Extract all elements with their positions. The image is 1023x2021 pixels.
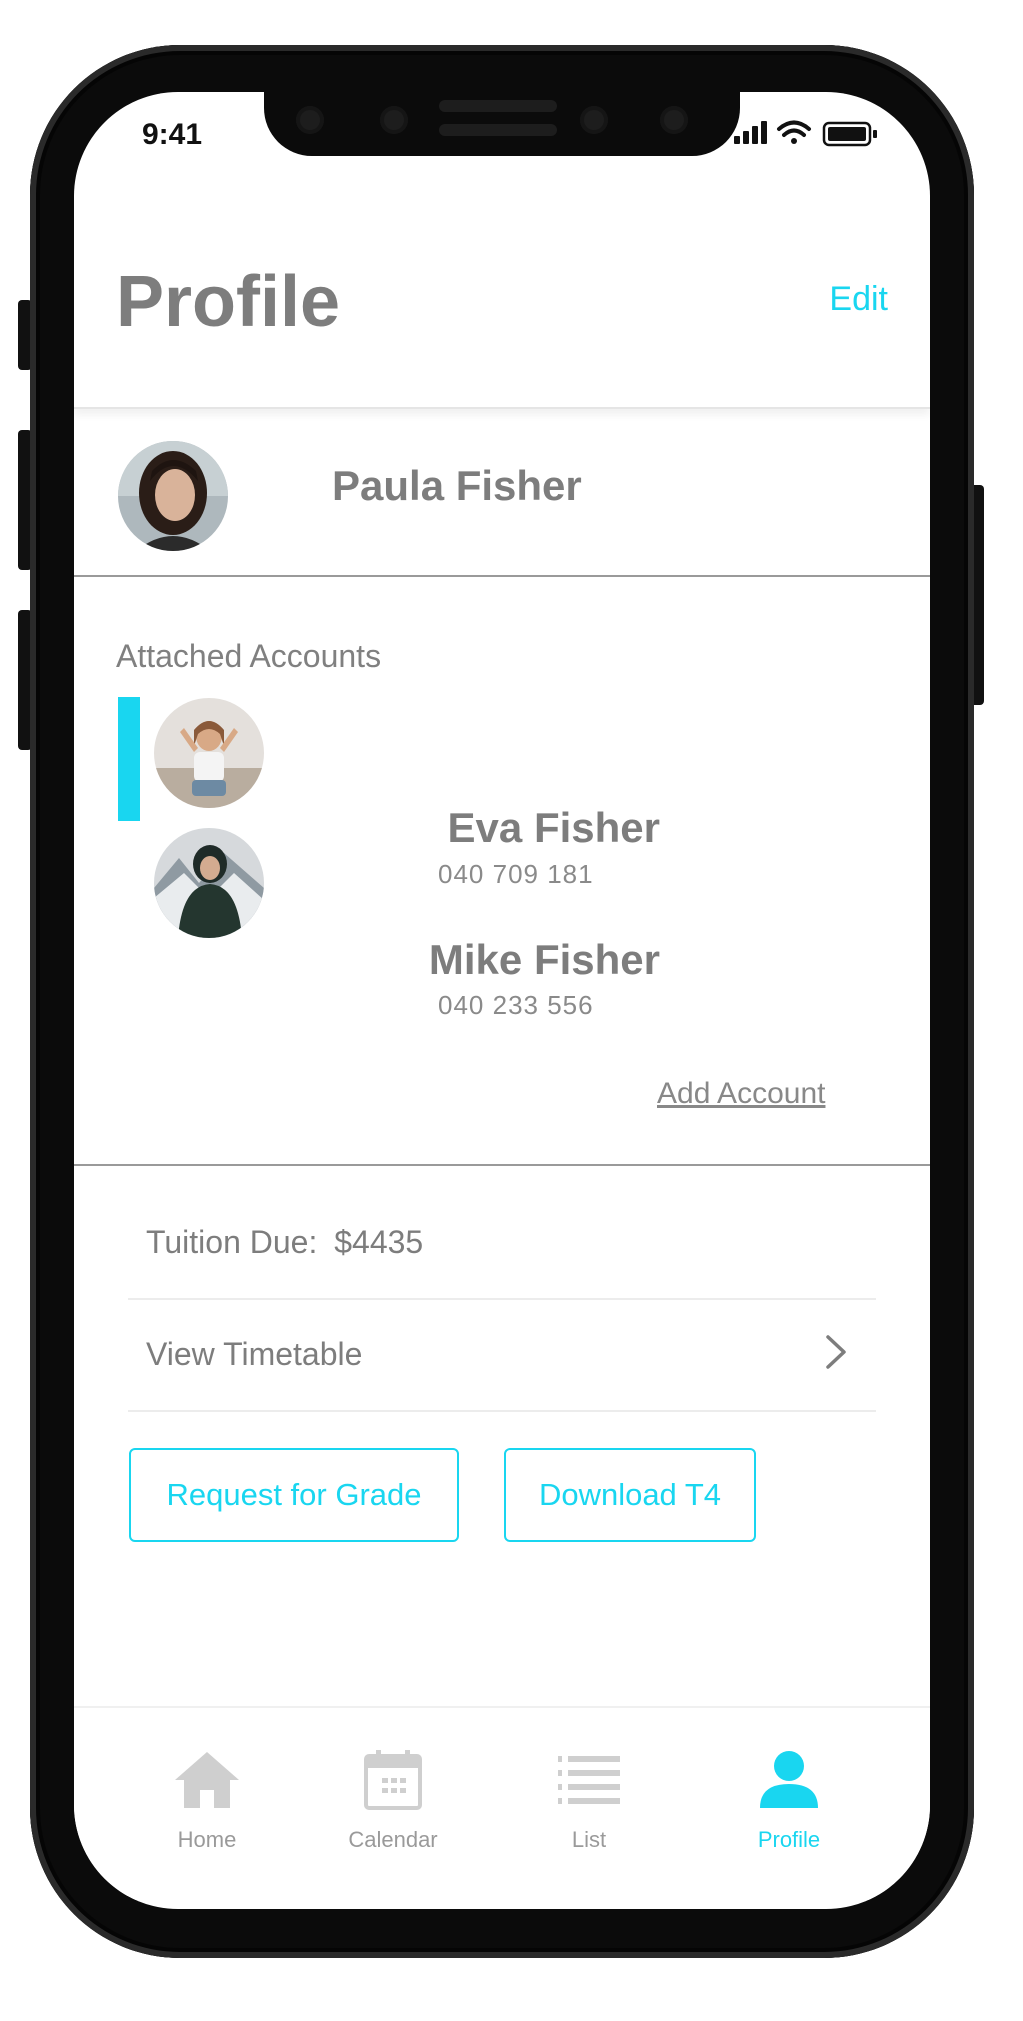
account-avatar-eva[interactable]: [154, 698, 264, 808]
tab-profile[interactable]: Profile: [714, 1748, 864, 1868]
notch-sensor-right: [580, 106, 608, 134]
tab-calendar[interactable]: Calendar: [318, 1748, 468, 1868]
add-account-link[interactable]: Add Account: [657, 1077, 825, 1111]
tuition-label: Tuition Due:: [146, 1224, 318, 1260]
selected-account-indicator: [118, 697, 140, 821]
account-name-mike[interactable]: Mike Fisher: [304, 936, 660, 984]
home-icon: [175, 1752, 239, 1808]
notch-front-camera: [660, 106, 688, 134]
tuition-row: Tuition Due: $4435: [128, 1188, 876, 1300]
tuition-value: $4435: [334, 1224, 424, 1260]
header: Profile Edit: [74, 252, 930, 409]
signal-icon: [734, 121, 767, 144]
tab-home[interactable]: Home: [132, 1748, 282, 1868]
tab-bar: Home Calendar List Profile: [74, 1706, 930, 1900]
account-phone-eva: 040 709 181: [438, 859, 594, 889]
status-time: 9:41: [142, 118, 203, 151]
user-avatar[interactable]: [118, 441, 228, 551]
tuition-text: Tuition Due: $4435: [146, 1224, 423, 1261]
tab-calendar-label: Calendar: [348, 1827, 438, 1852]
status-icons: [734, 112, 894, 152]
tab-profile-label: Profile: [757, 1827, 821, 1852]
list-icon: [558, 1756, 620, 1804]
notch-camera: [380, 106, 408, 134]
page-title: Profile: [116, 262, 341, 342]
view-timetable-label: View Timetable: [146, 1336, 363, 1372]
tab-list-label: List: [571, 1827, 607, 1852]
notch-speaker-lower: [439, 124, 557, 136]
attached-accounts-label: Attached Accounts: [116, 638, 382, 674]
phone-screen: 9:41 Profile Edit Paula Fisher Attached …: [74, 92, 930, 1909]
profile-row: Paula Fisher: [74, 410, 930, 577]
tab-list[interactable]: List: [514, 1748, 664, 1868]
view-timetable-row[interactable]: View Timetable: [128, 1300, 876, 1412]
notch: [264, 92, 740, 156]
section-divider: [74, 1164, 930, 1166]
tab-home-label: Home: [177, 1827, 237, 1852]
notch-sensor: [296, 106, 324, 134]
chevron-right-icon: [826, 1335, 846, 1369]
calendar-icon: [364, 1750, 422, 1810]
person-icon: [760, 1751, 818, 1808]
wifi-icon: [777, 120, 811, 144]
battery-icon: [822, 121, 877, 147]
download-t4-button[interactable]: Download T4: [504, 1448, 756, 1542]
account-avatar-mike[interactable]: [154, 828, 264, 938]
edit-button[interactable]: Edit: [829, 280, 888, 319]
stage: 9:41 Profile Edit Paula Fisher Attached …: [0, 0, 1023, 2021]
notch-speaker: [439, 100, 557, 112]
user-name: Paula Fisher: [332, 462, 582, 509]
account-phone-mike: 040 233 556: [438, 990, 594, 1020]
account-name-eva[interactable]: Eva Fisher: [304, 804, 660, 852]
request-for-grade-button[interactable]: Request for Grade: [129, 1448, 459, 1542]
